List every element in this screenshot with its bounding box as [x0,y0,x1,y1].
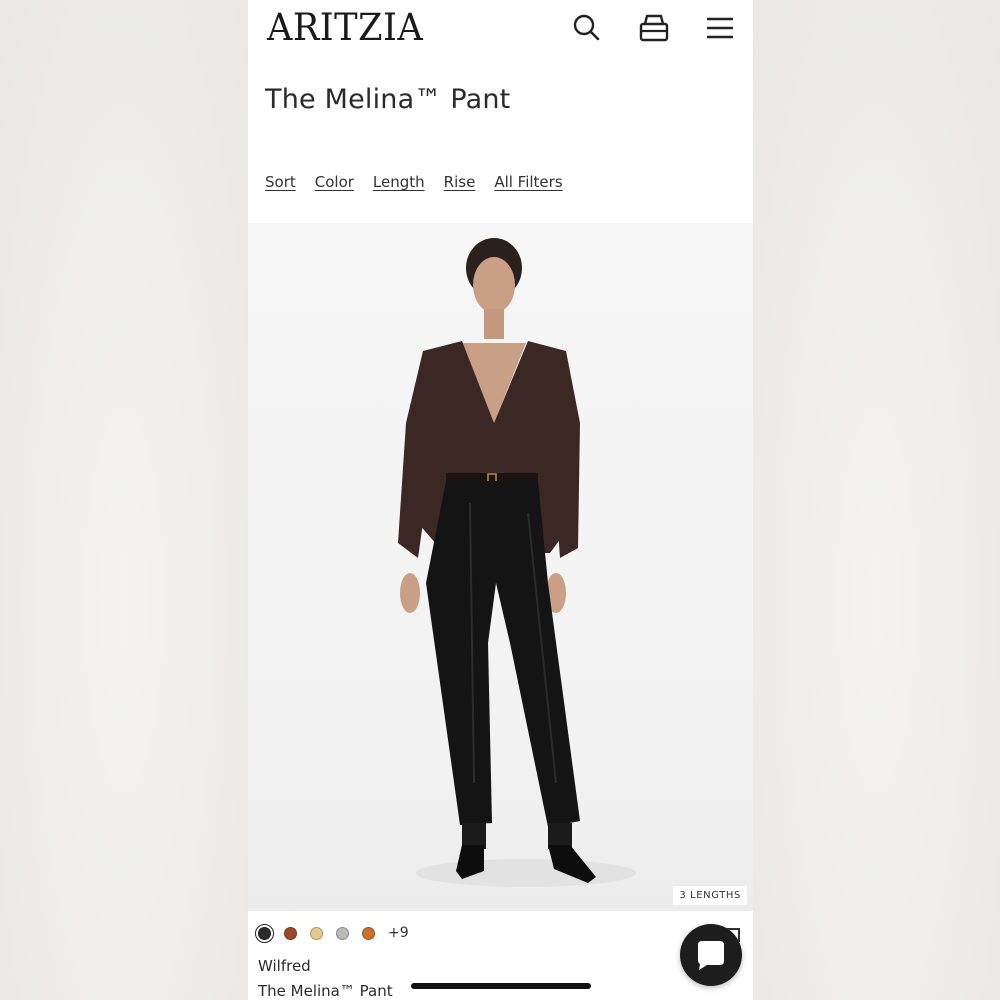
swatch-2[interactable] [284,926,297,940]
product-brand: Wilfred [258,957,311,975]
chat-button[interactable] [680,924,742,986]
background-left [0,0,248,1000]
more-colors-count[interactable]: +9 [388,925,409,941]
search-icon[interactable] [571,12,603,44]
swatch-3[interactable] [310,926,323,940]
aritzia-logo[interactable]: ARITZIA [267,8,423,48]
filter-length[interactable]: Length [373,173,425,191]
phone-screen: ARITZIA The Melina™ Pant Sort Color Leng… [248,0,753,1000]
background-right [753,0,1000,1000]
home-indicator [411,983,591,989]
product-image[interactable]: 3 LENGTHS [248,223,753,911]
bag-icon[interactable] [638,12,670,44]
filter-all-filters[interactable]: All Filters [494,173,562,191]
model-illustration [398,238,636,887]
swatch-4[interactable] [336,926,349,940]
site-header: ARITZIA [248,0,753,60]
filter-sort[interactable]: Sort [265,173,296,191]
filter-rise[interactable]: Rise [444,173,476,191]
menu-icon[interactable] [704,12,736,44]
chat-icon [698,941,724,970]
filter-bar: Sort Color Length Rise All Filters [265,173,582,191]
product-name[interactable]: The Melina™ Pant [258,982,393,1000]
color-swatches: +9 [255,923,409,943]
filter-color[interactable]: Color [315,173,354,191]
page-title: The Melina™ Pant [265,84,511,115]
swatch-5[interactable] [362,926,375,940]
lengths-badge: 3 LENGTHS [673,886,747,905]
swatch-1[interactable] [255,923,274,943]
